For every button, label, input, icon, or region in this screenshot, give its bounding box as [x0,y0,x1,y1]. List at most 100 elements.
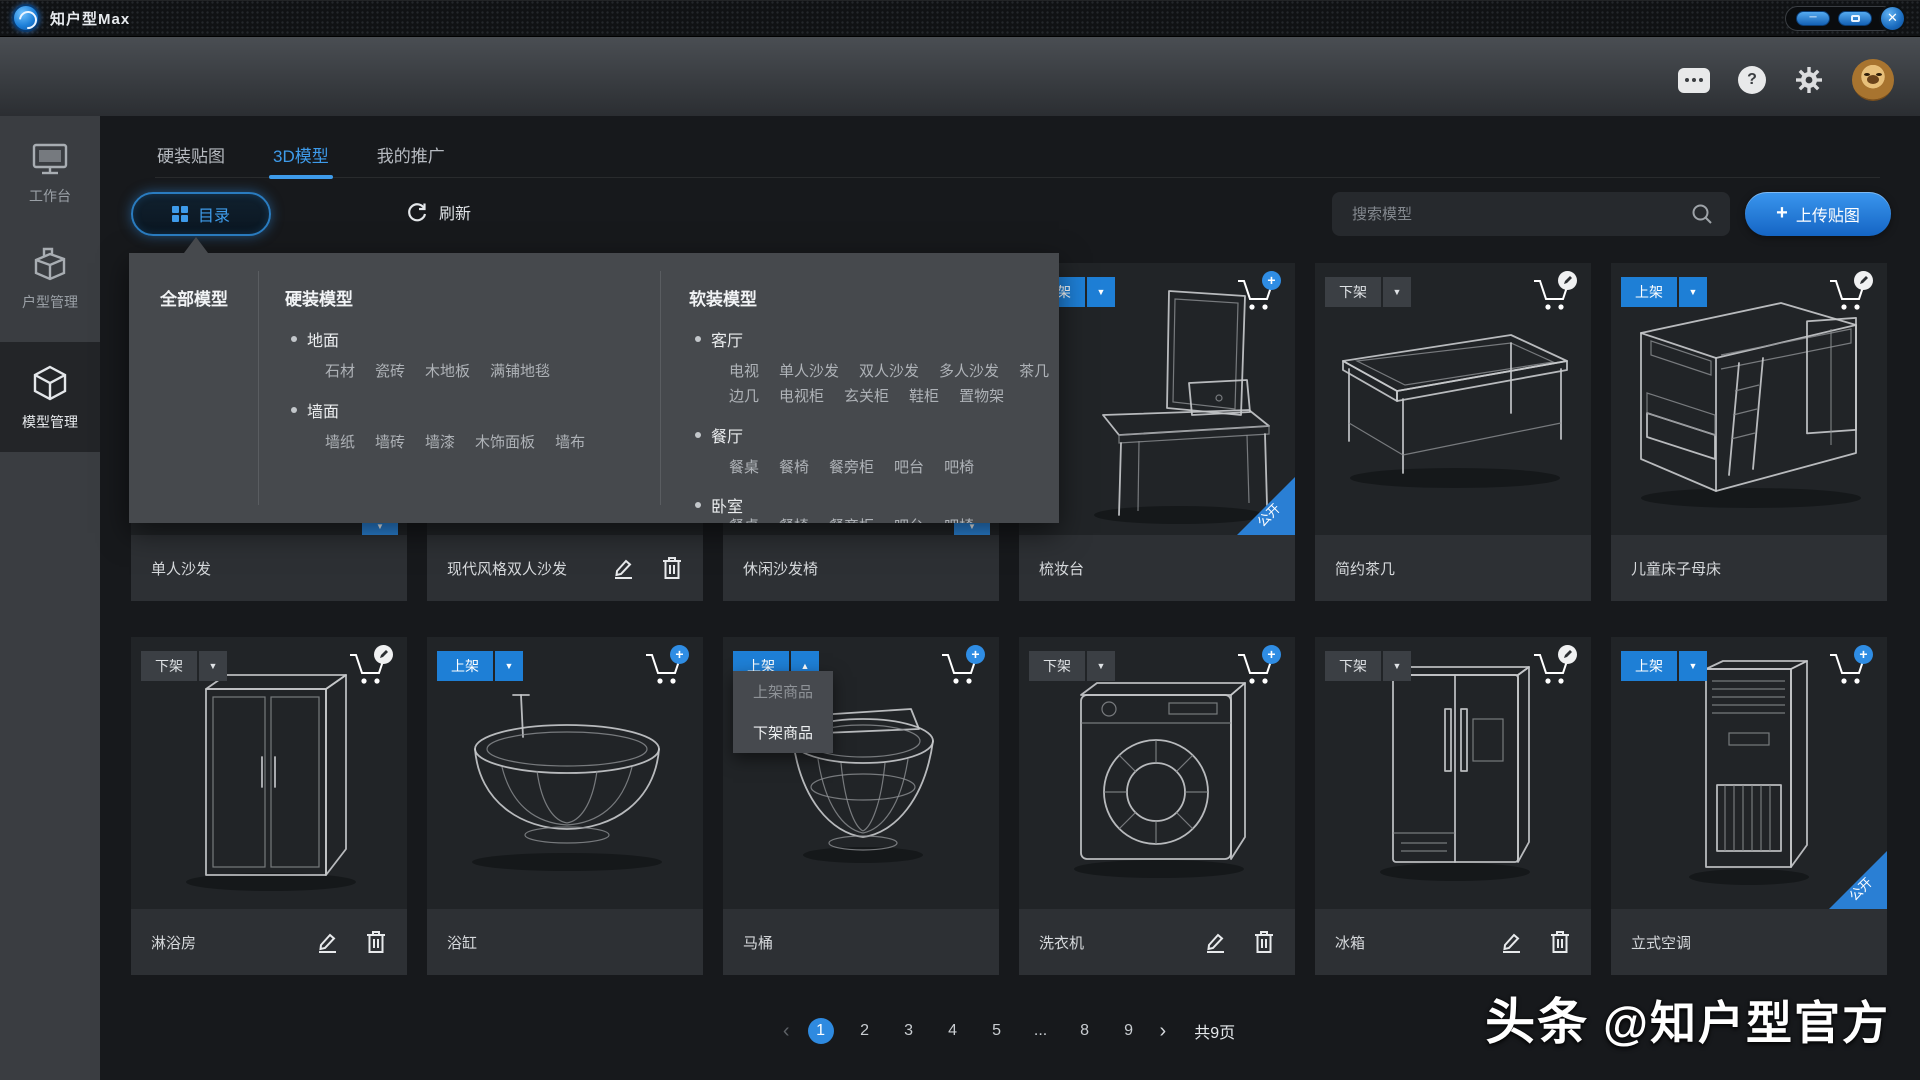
page-button-9[interactable]: 9 [1116,1018,1142,1044]
shelf-dropdown-arrow[interactable]: ▼ [1383,651,1411,681]
shelf-status-button-peek[interactable]: ▼ [362,523,398,535]
catalog-item[interactable]: 置物架 [959,385,1004,406]
catalog-item[interactable]: 单人沙发 [779,360,839,381]
tab-hard-textures[interactable]: 硬装贴图 [155,136,227,177]
tab-my-promotion[interactable]: 我的推广 [375,136,447,177]
shelf-status-button[interactable]: 下架 [1029,651,1085,681]
catalog-item[interactable]: 木地板 [425,360,470,381]
messages-icon[interactable] [1678,68,1710,93]
menu-item-put-on-shelf[interactable]: 上架商品 [733,671,833,712]
shelf-dropdown-arrow[interactable]: ▼ [1383,277,1411,307]
catalog-item[interactable]: 餐椅 [779,515,809,523]
shelf-status-button[interactable]: 上架 [1621,277,1677,307]
help-icon[interactable]: ? [1738,66,1766,94]
shelf-status-button[interactable]: 下架 [141,651,197,681]
sidebar-item-model-management[interactable]: 模型管理 [0,342,100,452]
delete-icon[interactable] [1253,930,1275,954]
shelf-status-button-peek[interactable]: ▼ [954,523,990,535]
model-thumbnail[interactable]: 下架▼ [1315,637,1591,909]
shelf-dropdown-arrow[interactable]: ▼ [1087,651,1115,681]
catalog-item[interactable]: 餐旁柜 [829,456,874,477]
shelf-dropdown-arrow[interactable]: ▼ [1087,277,1115,307]
catalog-item[interactable]: 木饰面板 [475,431,535,452]
catalog-item[interactable]: 餐桌 [729,456,759,477]
catalog-item[interactable]: 多人沙发 [939,360,999,381]
catalog-item[interactable]: 墙布 [555,431,585,452]
catalog-section-living[interactable]: 客厅 [695,327,743,351]
tab-3d-models[interactable]: 3D模型 [271,136,331,177]
minimize-button[interactable]: ─ [1796,11,1830,26]
shelf-status-button[interactable]: 上架 [1621,651,1677,681]
page-button-4[interactable]: 4 [940,1018,966,1044]
edit-icon[interactable] [1203,930,1227,954]
catalog-item[interactable]: 吧台 [894,456,924,477]
user-avatar[interactable] [1852,59,1894,101]
delete-icon[interactable] [661,556,683,580]
catalog-item[interactable]: 墙漆 [425,431,455,452]
shelf-dropdown-arrow[interactable]: ▼ [1679,651,1707,681]
add-to-cart-button[interactable]: + [939,649,983,689]
settings-gear-icon[interactable] [1794,65,1824,95]
catalog-item[interactable]: 双人沙发 [859,360,919,381]
add-to-cart-button[interactable] [1531,649,1575,689]
shelf-dropdown-arrow[interactable]: ▼ [199,651,227,681]
add-to-cart-button[interactable]: + [1235,649,1279,689]
delete-icon[interactable] [365,930,387,954]
menu-item-take-off-shelf[interactable]: 下架商品 [733,712,833,753]
shelf-dropdown-arrow[interactable]: ▼ [1679,277,1707,307]
catalog-item[interactable]: 墙纸 [325,431,355,452]
search-input[interactable] [1332,206,1690,223]
refresh-button[interactable]: 刷新 [405,200,471,224]
model-thumbnail[interactable]: 上架▼ [1611,263,1887,535]
catalog-section-dining[interactable]: 餐厅 [695,423,743,447]
page-button-5[interactable]: 5 [984,1018,1010,1044]
model-thumbnail[interactable]: 下架▼ + [1019,637,1295,909]
model-thumbnail[interactable]: 下架▼ [131,637,407,909]
model-thumbnail[interactable]: 下架▼ [1315,263,1591,535]
sidebar-item-workbench[interactable]: 工作台 [0,124,100,220]
shelf-status-button[interactable]: 下架 [1325,277,1381,307]
catalog-button[interactable]: 目录 [131,192,271,236]
catalog-section-bedroom[interactable]: 卧室 [695,493,743,517]
catalog-item[interactable]: 边几 [729,385,759,406]
shelf-status-button[interactable]: 下架 [1325,651,1381,681]
catalog-item[interactable]: 餐椅 [779,456,809,477]
catalog-item[interactable]: 茶几 [1019,360,1049,381]
shelf-status-button[interactable]: 上架 [437,651,493,681]
catalog-item[interactable]: 电视 [729,360,759,381]
catalog-section-wall[interactable]: 墙面 [291,398,339,422]
add-to-cart-button[interactable] [347,649,391,689]
catalog-item[interactable]: 电视柜 [779,385,824,406]
shelf-dropdown-arrow[interactable]: ▼ [495,651,523,681]
page-button-3[interactable]: 3 [896,1018,922,1044]
page-button-1[interactable]: 1 [808,1018,834,1044]
add-to-cart-button[interactable] [1827,275,1871,315]
catalog-item[interactable]: 餐旁柜 [829,515,874,523]
maximize-button[interactable] [1838,11,1872,26]
catalog-item[interactable]: 墙砖 [375,431,405,452]
add-to-cart-button[interactable]: + [1235,275,1279,315]
upload-texture-button[interactable]: + 上传贴图 [1745,192,1891,236]
catalog-item[interactable]: 鞋柜 [909,385,939,406]
page-button-2[interactable]: 2 [852,1018,878,1044]
page-button-8[interactable]: 8 [1072,1018,1098,1044]
catalog-item[interactable]: 吧椅 [944,456,974,477]
catalog-item[interactable]: 满铺地毯 [490,360,550,381]
catalog-item[interactable]: 瓷砖 [375,360,405,381]
add-to-cart-button[interactable]: + [1827,649,1871,689]
prev-page-button[interactable]: ‹ [783,1020,790,1043]
catalog-item[interactable]: 石材 [325,360,355,381]
catalog-item[interactable]: 玄关柜 [844,385,889,406]
model-thumbnail[interactable]: 上架▼ + [427,637,703,909]
close-button[interactable]: ✕ [1879,5,1906,32]
sidebar-item-floorplan-management[interactable]: 户型管理 [0,228,100,326]
next-page-button[interactable]: › [1160,1020,1167,1043]
edit-icon[interactable] [315,930,339,954]
catalog-section-floor[interactable]: 地面 [291,327,339,351]
model-thumbnail[interactable]: 上架▲ 上架商品 下架商品 + [723,637,999,909]
catalog-item[interactable]: 吧台 [894,515,924,523]
edit-icon[interactable] [611,556,635,580]
add-to-cart-button[interactable]: + [643,649,687,689]
catalog-all-models[interactable]: 全部模型 [160,285,228,310]
search-icon[interactable] [1690,202,1714,226]
